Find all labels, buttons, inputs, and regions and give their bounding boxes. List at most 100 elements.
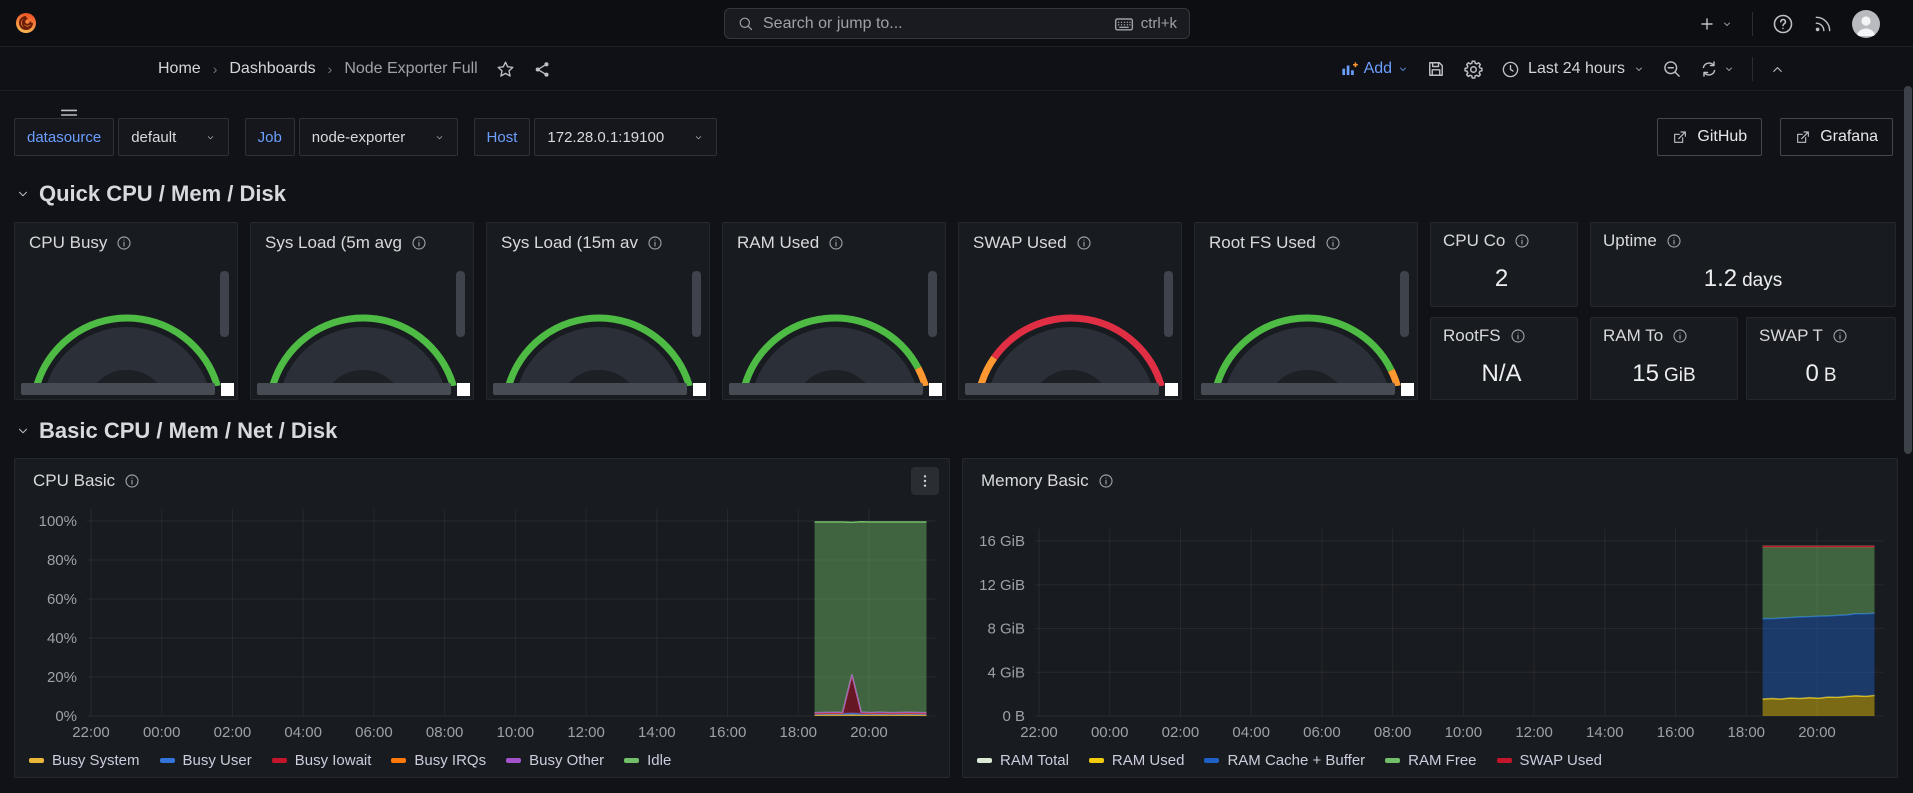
panel-rootfs-total: RootFS N/A [1430, 317, 1578, 400]
scrollbar-horizontal[interactable] [1201, 383, 1395, 395]
legend-item[interactable]: Busy User [160, 752, 252, 769]
info-icon[interactable] [1514, 233, 1530, 249]
help-button[interactable] [1772, 13, 1794, 35]
time-range-picker[interactable]: Last 24 hours [1501, 60, 1645, 79]
add-panel-button[interactable]: Add [1340, 60, 1409, 79]
favorite-button[interactable] [496, 60, 515, 79]
legend-item[interactable]: Busy Other [506, 752, 604, 769]
external-link-icon [1795, 129, 1811, 145]
grafana-link-button[interactable]: Grafana [1780, 118, 1893, 156]
panel-title[interactable]: RAM Used [737, 233, 844, 253]
github-link-button[interactable]: GitHub [1657, 118, 1762, 156]
page-scrollbar[interactable] [1904, 86, 1912, 454]
legend-label: Busy User [183, 752, 252, 769]
info-icon[interactable] [1325, 235, 1341, 251]
svg-text:08:00: 08:00 [1374, 724, 1412, 741]
section-basic-cpu-mem-net-disk[interactable]: Basic CPU / Mem / Net / Disk [16, 418, 337, 444]
panel-title[interactable]: Sys Load (5m avg [265, 233, 427, 253]
legend-item[interactable]: Busy IRQs [391, 752, 486, 769]
legend-swatch [272, 758, 287, 763]
section-quick-cpu-mem-disk[interactable]: Quick CPU / Mem / Disk [16, 181, 286, 207]
info-icon[interactable] [1510, 328, 1526, 344]
breadcrumb-dashboards[interactable]: Dashboards [229, 60, 315, 78]
save-dashboard-button[interactable] [1426, 59, 1446, 79]
svg-text:100%: 100% [39, 513, 77, 530]
panel-title[interactable]: Uptime [1603, 231, 1682, 251]
scrollbar-horizontal[interactable] [257, 383, 451, 395]
svg-text:02:00: 02:00 [214, 724, 252, 741]
panel-title[interactable]: CPU Busy [29, 233, 132, 253]
host-select[interactable]: 172.28.0.1:19100 [534, 118, 716, 156]
new-button[interactable] [1697, 14, 1733, 34]
info-icon[interactable] [1076, 235, 1092, 251]
chevron-down-icon [693, 132, 704, 143]
panel-swap-used: SWAP Used [958, 222, 1182, 400]
panel-title[interactable]: SWAP Used [973, 233, 1092, 253]
panel-title[interactable]: Sys Load (15m av [501, 233, 663, 253]
panel-title[interactable]: Memory Basic [981, 471, 1114, 491]
news-button[interactable] [1813, 14, 1833, 34]
panel-title[interactable]: RAM To [1603, 326, 1688, 346]
svg-text:80%: 80% [47, 552, 77, 569]
legend-label: Busy IRQs [414, 752, 486, 769]
dashboard-links: GitHub Grafana [1657, 118, 1893, 156]
scrollbar-vertical[interactable] [1164, 271, 1173, 337]
panel-title[interactable]: SWAP T [1759, 326, 1848, 346]
info-icon[interactable] [1832, 328, 1848, 344]
variable-job: Job node-exporter [245, 118, 458, 156]
legend-item[interactable]: RAM Total [977, 752, 1069, 769]
info-icon[interactable] [411, 235, 427, 251]
svg-text:18:00: 18:00 [779, 724, 817, 741]
scrollbar-vertical[interactable] [692, 271, 701, 337]
legend-swatch [29, 758, 44, 763]
scrollbar-horizontal[interactable] [965, 383, 1159, 395]
legend-item[interactable]: Idle [624, 752, 671, 769]
section-title: Basic CPU / Mem / Net / Disk [39, 418, 337, 444]
legend-item[interactable]: SWAP Used [1497, 752, 1603, 769]
scrollbar-vertical[interactable] [456, 271, 465, 337]
info-icon[interactable] [828, 235, 844, 251]
scrollbar-vertical[interactable] [928, 271, 937, 337]
scrollbar-horizontal[interactable] [729, 383, 923, 395]
scrollbar-vertical[interactable] [220, 271, 229, 337]
info-icon[interactable] [116, 235, 132, 251]
job-select[interactable]: node-exporter [299, 118, 458, 156]
user-avatar[interactable] [1852, 10, 1880, 38]
panel-title[interactable]: RootFS [1443, 326, 1526, 346]
panel-title[interactable]: Root FS Used [1209, 233, 1341, 253]
section-title: Quick CPU / Mem / Disk [39, 181, 286, 207]
info-icon[interactable] [1098, 473, 1114, 489]
info-icon[interactable] [124, 473, 140, 489]
svg-text:22:00: 22:00 [72, 724, 110, 741]
refresh-button[interactable] [1699, 59, 1735, 79]
legend-item[interactable]: RAM Cache + Buffer [1204, 752, 1365, 769]
collapse-toolbar-button[interactable] [1770, 62, 1785, 77]
legend-item[interactable]: RAM Used [1089, 752, 1185, 769]
panel-title[interactable]: CPU Co [1443, 231, 1530, 251]
legend-swatch [1204, 758, 1219, 763]
chevron-down-icon [205, 132, 216, 143]
zoom-out-button[interactable] [1662, 59, 1682, 79]
info-icon[interactable] [1672, 328, 1688, 344]
legend-item[interactable]: RAM Free [1385, 752, 1476, 769]
legend-item[interactable]: Busy System [29, 752, 140, 769]
breadcrumb-home[interactable]: Home [158, 60, 201, 78]
datasource-select[interactable]: default [118, 118, 228, 156]
scrollbar-vertical[interactable] [1400, 271, 1409, 337]
chevron-down-icon [16, 187, 30, 201]
svg-text:14:00: 14:00 [638, 724, 676, 741]
grafana-logo[interactable] [14, 11, 38, 35]
svg-text:20:00: 20:00 [850, 724, 888, 741]
scrollbar-horizontal[interactable] [21, 383, 215, 395]
legend-item[interactable]: Busy Iowait [272, 752, 372, 769]
search-input[interactable]: Search or jump to... ctrl+k [724, 8, 1190, 39]
scrollbar-horizontal[interactable] [493, 383, 687, 395]
toolbar: Home › Dashboards › Node Exporter Full [0, 47, 1913, 91]
info-icon[interactable] [647, 235, 663, 251]
share-button[interactable] [533, 60, 552, 79]
info-icon[interactable] [1666, 233, 1682, 249]
panel-title[interactable]: CPU Basic [33, 471, 140, 491]
legend-label: SWAP Used [1520, 752, 1603, 769]
dashboard-settings-button[interactable] [1463, 59, 1484, 80]
panel-sys-load-15m: Sys Load (15m av [486, 222, 710, 400]
